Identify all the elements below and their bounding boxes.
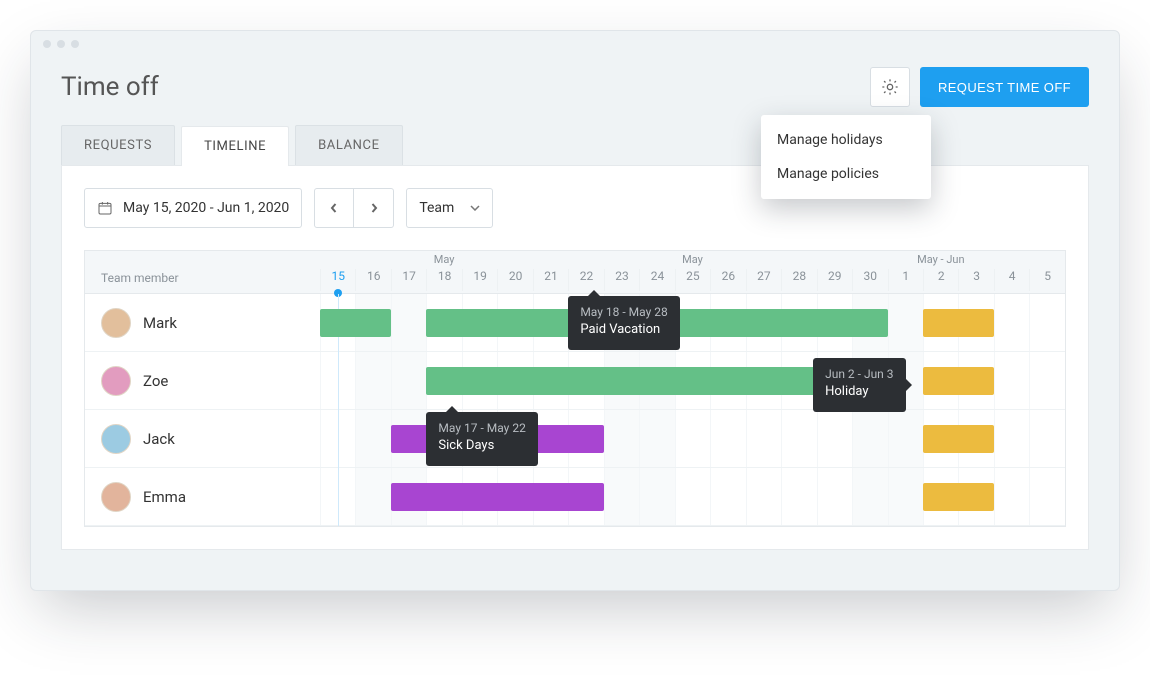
gear-icon: [880, 77, 900, 97]
menu-item-manage-holidays[interactable]: Manage holidays: [761, 123, 931, 157]
day-header: 20: [497, 269, 532, 291]
tab-timeline[interactable]: TIMELINE: [181, 126, 289, 166]
day-header: 25: [675, 269, 710, 291]
next-button[interactable]: [354, 188, 394, 228]
window-titlebar: [31, 31, 1119, 57]
month-label: May: [568, 251, 816, 269]
settings-dropdown: Manage holidays Manage policies: [761, 115, 931, 199]
day-header: 3: [958, 269, 993, 291]
day-header: 19: [462, 269, 497, 291]
day-header: 30: [852, 269, 887, 291]
month-label: May - Jun: [817, 251, 1065, 269]
member-name: Emma: [143, 488, 186, 506]
month-label: May: [320, 251, 568, 269]
day-header: 16: [355, 269, 390, 291]
window-control-dot: [71, 40, 79, 48]
tab-balance[interactable]: BALANCE: [295, 125, 403, 165]
timeline-row: Mark: [85, 294, 1065, 352]
tabs: REQUESTSTIMELINEBALANCE: [61, 125, 1089, 166]
day-header: 5: [1029, 269, 1064, 291]
window-control-dot: [57, 40, 65, 48]
avatar: [101, 366, 131, 396]
day-header: 17: [391, 269, 426, 291]
request-time-off-button[interactable]: REQUEST TIME OFF: [920, 67, 1089, 107]
day-header: 22: [568, 269, 603, 291]
day-header: 4: [994, 269, 1029, 291]
chevron-left-icon: [329, 203, 339, 213]
day-header: 29: [817, 269, 852, 291]
prev-button[interactable]: [314, 188, 354, 228]
day-header: 24: [639, 269, 674, 291]
settings-button[interactable]: [870, 67, 910, 107]
timeline-panel: May 15, 2020 - Jun 1, 2020 Team: [61, 166, 1089, 550]
timeline-row: Jack: [85, 410, 1065, 468]
avatar: [101, 424, 131, 454]
timeline-row: Emma: [85, 468, 1065, 526]
timeline-row: Zoe: [85, 352, 1065, 410]
member-name: Jack: [143, 430, 175, 448]
scope-select[interactable]: Team: [406, 188, 493, 228]
member-name: Mark: [143, 314, 177, 332]
date-range-text: May 15, 2020 - Jun 1, 2020: [123, 200, 289, 216]
page-title: Time off: [61, 72, 159, 102]
day-header: 15: [320, 269, 355, 291]
member-name: Zoe: [143, 372, 168, 390]
timeline-grid: Team member MayMayMay - Jun 151617181920…: [84, 250, 1066, 527]
day-header: 26: [710, 269, 745, 291]
tab-requests[interactable]: REQUESTS: [61, 125, 175, 165]
avatar: [101, 308, 131, 338]
chevron-right-icon: [369, 203, 379, 213]
avatar: [101, 482, 131, 512]
day-header: 1: [888, 269, 923, 291]
day-header: 2: [923, 269, 958, 291]
day-header: 28: [781, 269, 816, 291]
app-window: Time off REQUEST TIME OFF Manage holiday…: [30, 30, 1120, 591]
day-header: 27: [746, 269, 781, 291]
window-control-dot: [43, 40, 51, 48]
menu-item-manage-policies[interactable]: Manage policies: [761, 157, 931, 191]
day-header: 23: [604, 269, 639, 291]
scope-label: Team: [419, 200, 454, 216]
chevron-down-icon: [470, 205, 480, 211]
day-header: 18: [426, 269, 461, 291]
date-nav: [314, 188, 394, 228]
calendar-icon: [97, 200, 113, 216]
date-range-picker[interactable]: May 15, 2020 - Jun 1, 2020: [84, 188, 302, 228]
column-header-member: Team member: [85, 251, 320, 293]
day-header: 21: [533, 269, 568, 291]
